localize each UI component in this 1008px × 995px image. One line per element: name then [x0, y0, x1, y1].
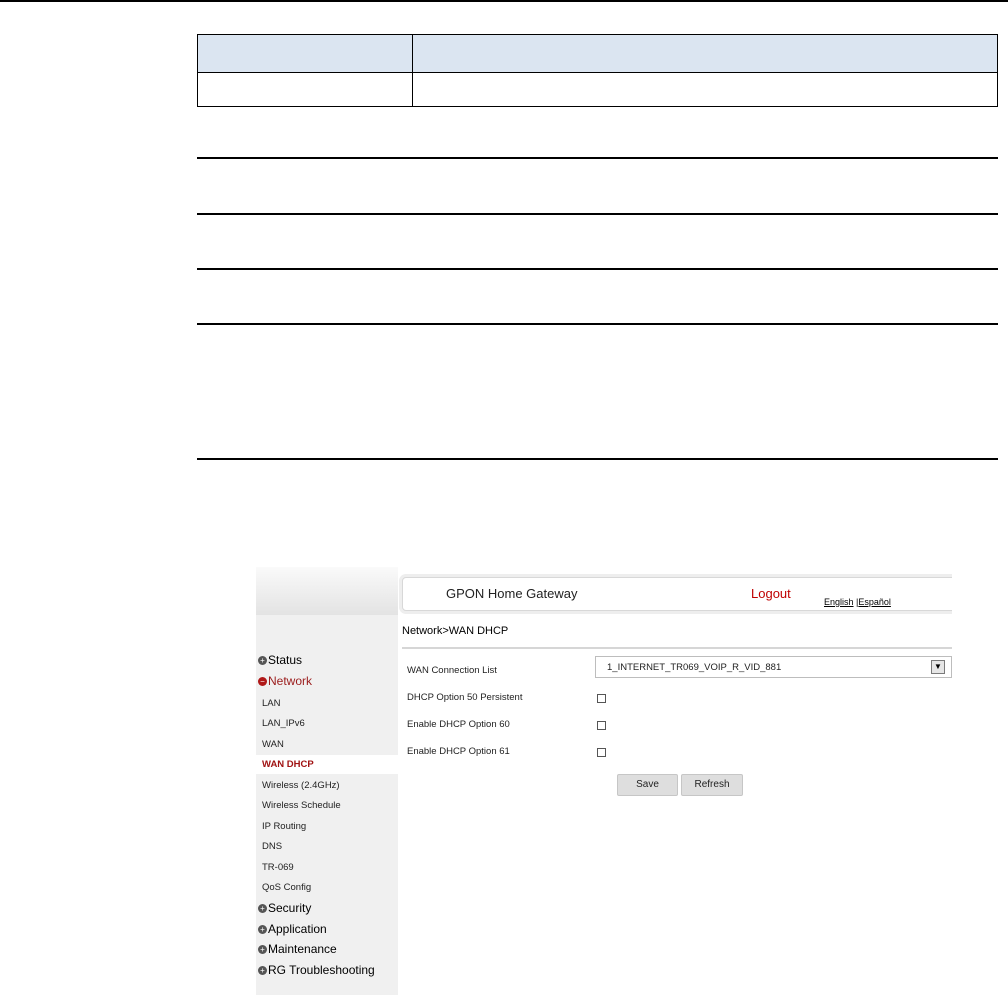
wan-connection-select[interactable]: 1_INTERNET_TR069_VOIP_R_VID_881 ▼	[595, 656, 952, 678]
document-table-header-row	[198, 35, 997, 73]
app-header: GPON Home Gateway Logout English |Españo…	[402, 577, 952, 611]
document-rule	[197, 213, 998, 215]
document-rule	[197, 157, 998, 159]
save-button[interactable]: Save	[617, 774, 678, 796]
sidebar-item-status[interactable]: + Status	[258, 653, 302, 667]
expand-plus-icon: +	[258, 925, 267, 934]
app-title: GPON Home Gateway	[446, 586, 578, 601]
sidebar-subitem-wireless-schedule[interactable]: Wireless Schedule	[262, 800, 341, 811]
document-table	[197, 34, 998, 107]
sidebar-item-label: Maintenance	[268, 942, 337, 956]
content-divider	[402, 647, 952, 649]
sidebar-subitem-wan[interactable]: WAN	[262, 739, 284, 750]
sidebar-header	[256, 567, 398, 615]
sidebar-item-security[interactable]: + Security	[258, 901, 311, 915]
expand-plus-icon: +	[258, 966, 267, 975]
document-rule	[197, 268, 998, 270]
sidebar-item-label: RG Troubleshooting	[268, 963, 375, 977]
sidebar-subitem-qos-config[interactable]: QoS Config	[262, 882, 311, 893]
refresh-button[interactable]: Refresh	[681, 774, 743, 796]
dhcp-option61-checkbox[interactable]	[597, 748, 606, 757]
sidebar-item-network[interactable]: − Network	[258, 674, 312, 688]
breadcrumb: Network>WAN DHCP	[402, 625, 509, 637]
expand-plus-icon: +	[258, 656, 267, 665]
sidebar-subitem-dns[interactable]: DNS	[262, 841, 282, 852]
sidebar-item-application[interactable]: + Application	[258, 922, 327, 936]
sidebar-item-label: Network	[268, 674, 313, 688]
lang-english-link[interactable]: English	[824, 597, 854, 607]
sidebar-subitem-tr069[interactable]: TR-069	[262, 862, 294, 873]
sidebar-subitem-wan-dhcp[interactable]: WAN DHCP	[256, 755, 398, 774]
logout-link[interactable]: Logout	[751, 586, 791, 601]
expand-plus-icon: +	[258, 945, 267, 954]
sidebar-subitem-lan-ipv6[interactable]: LAN_IPv6	[262, 718, 305, 729]
wan-connection-label: WAN Connection List	[407, 665, 497, 676]
sidebar-item-label: Security	[268, 901, 312, 915]
lang-espanol-link[interactable]: Español	[858, 597, 891, 607]
collapse-minus-icon: −	[258, 677, 267, 686]
sidebar-subitem-ip-routing[interactable]: IP Routing	[262, 821, 306, 832]
document-rule	[197, 323, 998, 325]
dhcp-option60-checkbox[interactable]	[597, 721, 606, 730]
sidebar-subitem-wireless[interactable]: Wireless (2.4GHz)	[262, 780, 340, 791]
sidebar-subitem-lan[interactable]: LAN	[262, 698, 280, 709]
dhcp-option50-label: DHCP Option 50 Persistent	[407, 692, 523, 703]
dhcp-option50-checkbox[interactable]	[597, 694, 606, 703]
sidebar-item-maintenance[interactable]: + Maintenance	[258, 942, 337, 956]
expand-plus-icon: +	[258, 904, 267, 913]
page-top-rule	[0, 0, 1008, 2]
document-rule	[197, 458, 998, 460]
sidebar-item-label: Status	[268, 653, 303, 667]
gateway-screenshot: GPON Home Gateway Logout English |Españo…	[256, 567, 952, 995]
wan-connection-value: 1_INTERNET_TR069_VOIP_R_VID_881	[607, 662, 782, 673]
dhcp-option61-label: Enable DHCP Option 61	[407, 746, 510, 757]
dhcp-option60-label: Enable DHCP Option 60	[407, 719, 510, 730]
document-table-column-divider	[412, 35, 413, 106]
sidebar-item-label: Application	[268, 922, 327, 936]
sidebar-subitem-label: WAN DHCP	[262, 759, 314, 770]
chevron-down-icon[interactable]: ▼	[931, 660, 945, 674]
sidebar-item-rg-troubleshooting[interactable]: + RG Troubleshooting	[258, 963, 375, 977]
language-switcher: English |Español	[824, 597, 891, 607]
